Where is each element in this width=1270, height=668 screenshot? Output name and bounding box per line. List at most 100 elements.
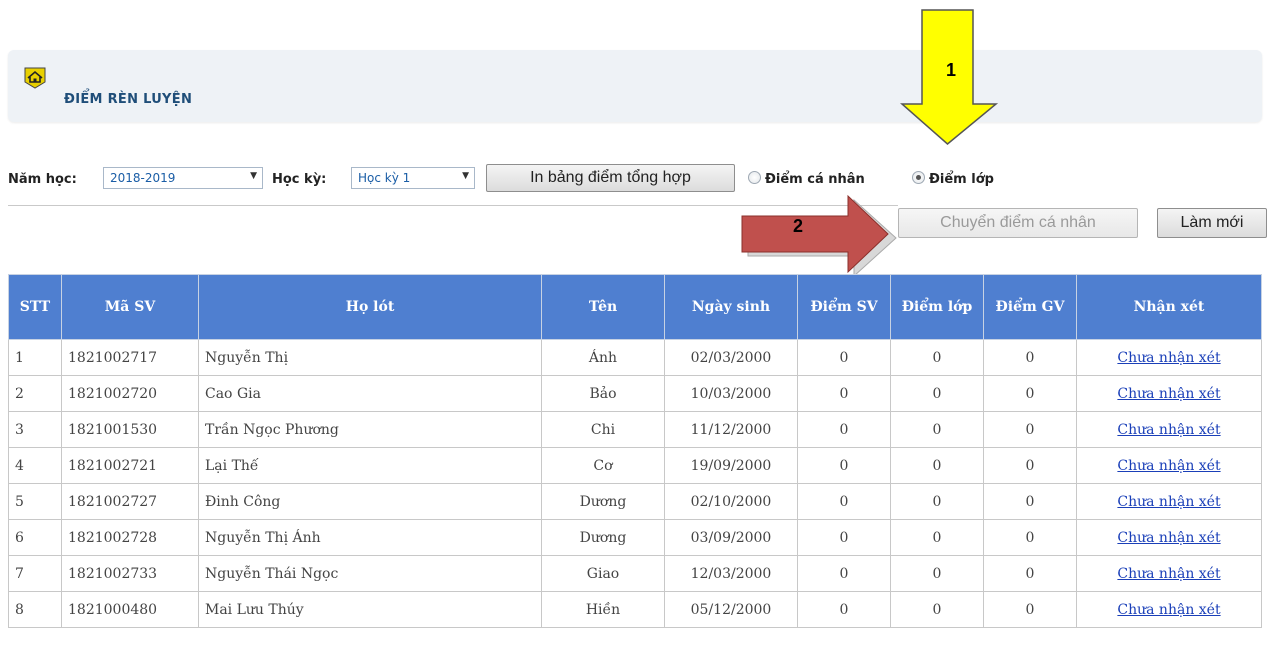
print-summary-button[interactable]: In bảng điểm tổng hợp xyxy=(486,164,735,192)
col-header-student-score: Điểm SV xyxy=(797,274,891,340)
cell-teacher-score: 0 xyxy=(983,375,1077,412)
cell-student-id: 1821002717 xyxy=(61,339,199,376)
cell-teacher-score: 0 xyxy=(983,339,1077,376)
table-row: 7 1821002733 Nguyễn Thái Ngọc Giao 12/03/200… xyxy=(8,555,1262,592)
comment-link[interactable]: Chưa nhận xét xyxy=(1117,530,1220,546)
callout-number-1: 1 xyxy=(946,60,957,80)
cell-comment: Chưa nhận xét xyxy=(1076,483,1262,520)
col-header-student-id: Mã SV xyxy=(61,274,199,340)
term-select[interactable]: Học kỳ 1 ▼ xyxy=(351,167,475,189)
cell-student-id: 1821002720 xyxy=(61,375,199,412)
cell-surname: Trần Ngọc Phương xyxy=(198,411,542,448)
cell-surname: Cao Gia xyxy=(198,375,542,412)
cell-class-score: 0 xyxy=(890,555,984,592)
radio-personal-label: Điểm cá nhân xyxy=(765,172,865,187)
cell-student-score: 0 xyxy=(797,411,891,448)
comment-link[interactable]: Chưa nhận xét xyxy=(1117,350,1220,366)
cell-name: Chi xyxy=(541,411,665,448)
cell-surname: Lại Thế xyxy=(198,447,542,484)
cell-class-score: 0 xyxy=(890,411,984,448)
year-select[interactable]: 2018-2019 ▼ xyxy=(103,167,263,189)
cell-stt: 7 xyxy=(8,555,62,592)
cell-comment: Chưa nhận xét xyxy=(1076,375,1262,412)
radio-class-label: Điểm lớp xyxy=(929,172,994,187)
cell-student-id: 1821002733 xyxy=(61,555,199,592)
cell-name: Hiền xyxy=(541,591,665,628)
col-header-name: Tên xyxy=(541,274,665,340)
year-label: Năm học: xyxy=(8,172,77,187)
cell-dob: 11/12/2000 xyxy=(664,411,798,448)
table-row: 5 1821002727 Đinh Công Dương 02/10/2000 0 0 0 Ch… xyxy=(8,483,1262,520)
cell-student-id: 1821002721 xyxy=(61,447,199,484)
cell-student-score: 0 xyxy=(797,375,891,412)
cell-student-score: 0 xyxy=(797,591,891,628)
cell-student-score: 0 xyxy=(797,555,891,592)
table-row: 3 1821001530 Trần Ngọc Phương Chi 11/12/2000… xyxy=(8,411,1262,448)
dropdown-arrow-icon: ▼ xyxy=(250,171,257,181)
table-row: 6 1821002728 Nguyễn Thị Ánh Dương 03/09/2000… xyxy=(8,519,1262,556)
col-header-stt: STT xyxy=(8,274,62,340)
cell-name: Cơ xyxy=(541,447,665,484)
cell-name: Dương xyxy=(541,483,665,520)
cell-class-score: 0 xyxy=(890,447,984,484)
cell-class-score: 0 xyxy=(890,339,984,376)
comment-link[interactable]: Chưa nhận xét xyxy=(1117,458,1220,474)
cell-stt: 6 xyxy=(8,519,62,556)
cell-stt: 4 xyxy=(8,447,62,484)
cell-name: Bảo xyxy=(541,375,665,412)
table-row: 4 1821002721 Lại Thế Cơ 19/09/2000 0 0 0 Chưa nh… xyxy=(8,447,1262,484)
comment-link[interactable]: Chưa nhận xét xyxy=(1117,494,1220,510)
cell-comment: Chưa nhận xét xyxy=(1076,519,1262,556)
dropdown-arrow-icon: ▼ xyxy=(462,171,469,181)
page-header-panel xyxy=(8,50,1262,122)
cell-student-id: 1821002727 xyxy=(61,483,199,520)
cell-dob: 05/12/2000 xyxy=(664,591,798,628)
refresh-button[interactable]: Làm mới xyxy=(1157,208,1267,238)
cell-surname: Nguyễn Thái Ngọc xyxy=(198,555,542,592)
callout-number-2: 2 xyxy=(793,216,804,236)
cell-comment: Chưa nhận xét xyxy=(1076,555,1262,592)
cell-stt: 8 xyxy=(8,591,62,628)
radio-class-score[interactable] xyxy=(912,171,925,184)
table-row: 2 1821002720 Cao Gia Bảo 10/03/2000 0 0 0 Chưa n… xyxy=(8,375,1262,412)
cell-dob: 02/03/2000 xyxy=(664,339,798,376)
cell-class-score: 0 xyxy=(890,375,984,412)
home-icon[interactable] xyxy=(23,67,47,89)
table-row: 1 1821002717 Nguyễn Thị Ánh 02/03/2000 0 0 0 Chư… xyxy=(8,339,1262,376)
cell-name: Dương xyxy=(541,519,665,556)
col-header-comment: Nhận xét xyxy=(1076,274,1262,340)
cell-surname: Mai Lưu Thúy xyxy=(198,591,542,628)
cell-class-score: 0 xyxy=(890,519,984,556)
comment-link[interactable]: Chưa nhận xét xyxy=(1117,602,1220,618)
cell-comment: Chưa nhận xét xyxy=(1076,591,1262,628)
cell-comment: Chưa nhận xét xyxy=(1076,447,1262,484)
filter-bar: Năm học: 2018-2019 ▼ Học kỳ: Học kỳ 1 ▼ … xyxy=(8,164,1262,192)
comment-link[interactable]: Chưa nhận xét xyxy=(1117,422,1220,438)
cell-teacher-score: 0 xyxy=(983,591,1077,628)
col-header-surname: Họ lót xyxy=(198,274,542,340)
radio-personal-score[interactable] xyxy=(748,171,761,184)
cell-teacher-score: 0 xyxy=(983,519,1077,556)
cell-teacher-score: 0 xyxy=(983,555,1077,592)
year-select-value: 2018-2019 xyxy=(110,171,176,185)
callout-arrow-2 xyxy=(741,194,897,276)
cell-comment: Chưa nhận xét xyxy=(1076,411,1262,448)
cell-stt: 5 xyxy=(8,483,62,520)
cell-stt: 2 xyxy=(8,375,62,412)
comment-link[interactable]: Chưa nhận xét xyxy=(1117,386,1220,402)
cell-student-score: 0 xyxy=(797,447,891,484)
cell-surname: Nguyễn Thị Ánh xyxy=(198,519,542,556)
cell-student-score: 0 xyxy=(797,519,891,556)
cell-student-score: 0 xyxy=(797,483,891,520)
cell-dob: 19/09/2000 xyxy=(664,447,798,484)
transfer-personal-score-button[interactable]: Chuyển điểm cá nhân xyxy=(898,208,1138,238)
col-header-class-score: Điểm lớp xyxy=(890,274,984,340)
cell-teacher-score: 0 xyxy=(983,483,1077,520)
cell-name: Giao xyxy=(541,555,665,592)
col-header-dob: Ngày sinh xyxy=(664,274,798,340)
cell-student-id: 1821002728 xyxy=(61,519,199,556)
comment-link[interactable]: Chưa nhận xét xyxy=(1117,566,1220,582)
cell-teacher-score: 0 xyxy=(983,411,1077,448)
cell-stt: 3 xyxy=(8,411,62,448)
cell-student-score: 0 xyxy=(797,339,891,376)
